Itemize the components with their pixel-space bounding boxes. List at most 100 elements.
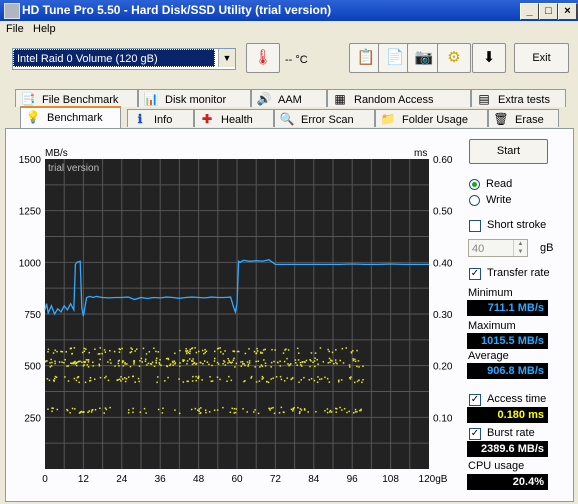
chevron-down-icon[interactable]: ▼: [218, 49, 235, 67]
access-time-point: [341, 409, 343, 411]
access-time-point: [291, 377, 293, 380]
access-time-point: [250, 377, 252, 379]
access-time-point: [179, 365, 181, 367]
access-time-point: [313, 379, 316, 382]
menu-file[interactable]: File: [6, 23, 24, 35]
access-time-point: [307, 411, 309, 413]
access-time-point: [201, 349, 204, 352]
spinner-arrows-icon[interactable]: ▲ ▼: [513, 240, 527, 256]
tab-random-access[interactable]: ▦ Random Access: [327, 89, 471, 107]
access-time-point: [86, 364, 89, 366]
access-time-point: [189, 352, 191, 355]
access-time-point: [261, 365, 264, 368]
tab-erase[interactable]: 🗑 Erase: [488, 109, 559, 127]
tab-folder-usage[interactable]: 📁 Folder Usage: [375, 109, 488, 127]
tab-benchmark[interactable]: 💡 Benchmark: [20, 106, 121, 128]
start-button[interactable]: Start: [469, 139, 548, 164]
burst-rate-checkbox[interactable]: ✓: [469, 428, 481, 440]
access-time-point: [185, 348, 187, 350]
camera-icon[interactable]: 📷: [407, 43, 441, 73]
options-icon[interactable]: ⚙: [437, 43, 471, 73]
access-time-point: [149, 363, 152, 365]
tab-health[interactable]: ✚ Health: [194, 109, 274, 127]
tab-file-benchmark[interactable]: 📑 File Benchmark: [15, 89, 138, 107]
thermometer-icon[interactable]: 🌡: [246, 43, 280, 73]
access-time-point: [136, 348, 138, 350]
access-time-point: [356, 380, 359, 383]
access-time-point: [103, 412, 105, 414]
tab-extra-tests[interactable]: ▤ Extra tests: [471, 89, 566, 107]
access-time-point: [293, 406, 295, 409]
access-time-point: [126, 363, 128, 365]
access-time-point: [124, 377, 126, 379]
access-time-point: [94, 348, 96, 350]
access-time-point: [204, 348, 206, 351]
access-time-point: [338, 380, 340, 383]
access-time-point: [48, 379, 51, 382]
access-time-point: [118, 351, 121, 353]
access-time-point: [299, 361, 302, 364]
access-time-point: [75, 364, 78, 367]
access-time-point: [46, 360, 48, 362]
access-time-point: [222, 353, 224, 355]
extra-tests-icon: ▤: [478, 92, 490, 106]
y-right-tick-label: 0.10: [433, 413, 453, 424]
tab-aam[interactable]: 🔊 AAM: [251, 89, 327, 107]
access-time-point: [91, 409, 93, 411]
access-time-point: [316, 381, 319, 383]
access-time-point: [157, 408, 160, 411]
drive-select[interactable]: Intel Raid 0 Volume (120 gB) ▼: [12, 48, 236, 70]
access-time-point: [145, 353, 148, 355]
tab-disk-monitor[interactable]: 📊 Disk monitor: [138, 89, 251, 107]
access-time-point: [234, 411, 237, 414]
tab-info[interactable]: ℹ Info: [127, 109, 194, 127]
access-time-point: [195, 375, 197, 378]
access-time-point: [118, 378, 121, 381]
access-time-point: [53, 380, 55, 382]
access-time-point: [339, 406, 341, 409]
access-time-point: [240, 365, 243, 367]
access-time-point: [327, 362, 330, 364]
maximize-button[interactable]: □: [539, 3, 558, 20]
access-time-point: [287, 363, 289, 365]
access-time-point: [199, 361, 202, 364]
close-button[interactable]: ×: [558, 3, 577, 20]
access-time-point: [67, 365, 70, 367]
access-time-point: [56, 350, 58, 353]
access-time-point: [78, 381, 80, 384]
minimize-button[interactable]: _: [520, 3, 539, 20]
access-time-point: [47, 351, 49, 353]
exit-button[interactable]: Exit: [514, 43, 569, 73]
access-time-point: [191, 380, 194, 382]
access-time-point: [66, 365, 68, 367]
access-time-point: [118, 365, 120, 367]
access-time-point: [248, 362, 251, 364]
read-radio[interactable]: [469, 179, 480, 190]
access-time-point: [261, 375, 264, 378]
menu-help[interactable]: Help: [33, 23, 56, 35]
access-time-point: [210, 380, 213, 383]
access-time-point: [259, 351, 262, 354]
access-time-point: [286, 357, 288, 360]
access-time-point: [201, 379, 203, 381]
access-time-point: [77, 375, 80, 378]
tab-error-scan[interactable]: 🔍 Error Scan: [274, 109, 375, 127]
save-download-icon[interactable]: ⬇: [472, 43, 506, 73]
maximum-value: 1015.5 MB/s: [467, 333, 548, 349]
access-time-point: [305, 359, 308, 362]
y-right-tick-label: 0.60: [433, 155, 453, 166]
access-time-point: [350, 351, 353, 353]
access-time-point: [187, 351, 190, 354]
write-radio[interactable]: [469, 195, 480, 206]
access-time-point: [243, 380, 245, 383]
access-time-point: [328, 350, 331, 353]
access-time-point: [247, 363, 250, 366]
access-time-point: [73, 347, 76, 349]
access-time-point: [272, 377, 274, 380]
access-time-checkbox[interactable]: ✓: [469, 394, 481, 406]
access-time-point: [186, 360, 189, 362]
access-time-point: [121, 360, 124, 362]
short-stroke-spinner[interactable]: 40 ▲ ▼: [468, 239, 528, 257]
transfer-rate-checkbox[interactable]: ✓: [469, 268, 481, 280]
short-stroke-checkbox[interactable]: [469, 220, 481, 232]
